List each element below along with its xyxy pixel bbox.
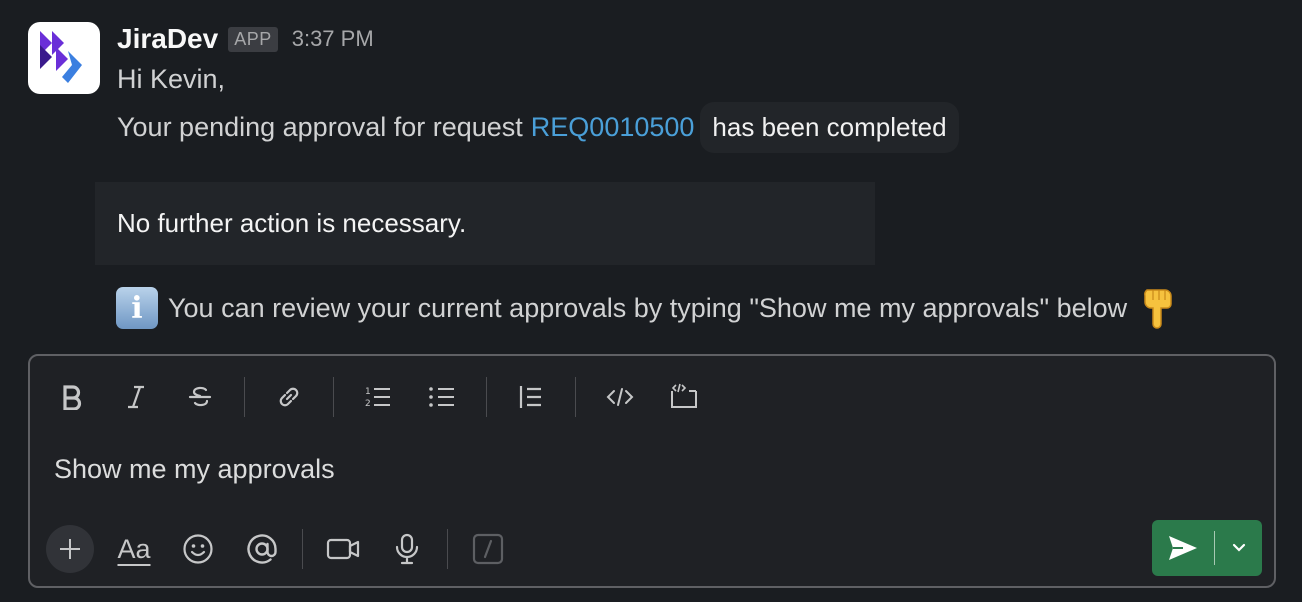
emoji-icon[interactable] — [174, 525, 222, 573]
approval-prefix: Your pending approval for request — [117, 112, 523, 142]
plus-icon[interactable] — [46, 525, 94, 573]
actions-divider — [447, 529, 448, 569]
message-input[interactable]: Show me my approvals — [54, 454, 335, 485]
send-button[interactable] — [1152, 520, 1214, 576]
sender-name[interactable]: JiraDev — [117, 23, 218, 55]
info-text: You can review your current approvals by… — [168, 292, 1128, 323]
toolbar-divider — [486, 377, 487, 417]
svg-text:2: 2 — [365, 399, 371, 409]
request-link[interactable]: REQ0010500 — [531, 112, 695, 143]
microphone-icon[interactable] — [383, 525, 431, 573]
format-text-icon[interactable]: Aa — [110, 525, 158, 573]
greeting-text: Hi Kevin, — [117, 64, 226, 94]
mention-icon[interactable] — [238, 525, 286, 573]
notice-block: No further action is necessary. — [95, 182, 875, 265]
video-icon[interactable] — [319, 525, 367, 573]
link-icon[interactable] — [269, 377, 309, 417]
schedule-send-button[interactable] — [1215, 520, 1262, 576]
composer-actions: Aa — [46, 524, 528, 574]
blockquote-icon[interactable] — [511, 377, 551, 417]
jiradev-logo-icon — [40, 31, 82, 83]
slash-command-icon[interactable] — [464, 525, 512, 573]
message-composer: 12 Show me my approvals Aa — [28, 354, 1276, 588]
toolbar-divider — [244, 377, 245, 417]
send-icon — [1169, 536, 1197, 560]
notice-text: No further action is necessary. — [117, 208, 467, 238]
toolbar-divider — [575, 377, 576, 417]
status-pill: has been completed — [700, 102, 959, 153]
pointing-down-hand-icon — [1141, 286, 1177, 330]
formatting-toolbar: 12 — [52, 374, 728, 420]
chevron-down-icon — [1232, 543, 1245, 552]
svg-text:1: 1 — [365, 387, 371, 397]
format-text-label: Aa — [117, 533, 151, 564]
bold-icon[interactable] — [52, 377, 92, 417]
info-line: i You can review your current approvals … — [116, 286, 1177, 330]
italic-icon[interactable] — [116, 377, 156, 417]
strikethrough-icon[interactable] — [180, 377, 220, 417]
actions-divider — [302, 529, 303, 569]
approval-line: Your pending approval for request REQ001… — [117, 102, 959, 153]
code-icon[interactable] — [600, 377, 640, 417]
app-avatar[interactable] — [28, 22, 100, 94]
bulleted-list-icon[interactable] — [422, 377, 462, 417]
ordered-list-icon[interactable]: 12 — [358, 377, 398, 417]
code-block-icon[interactable] — [664, 377, 704, 417]
information-icon: i — [116, 287, 158, 329]
message-header: JiraDev APP 3:37 PM — [117, 20, 374, 58]
toolbar-divider — [333, 377, 334, 417]
send-button-group — [1152, 520, 1262, 576]
message-timestamp[interactable]: 3:37 PM — [292, 26, 374, 52]
app-badge: APP — [228, 26, 278, 52]
